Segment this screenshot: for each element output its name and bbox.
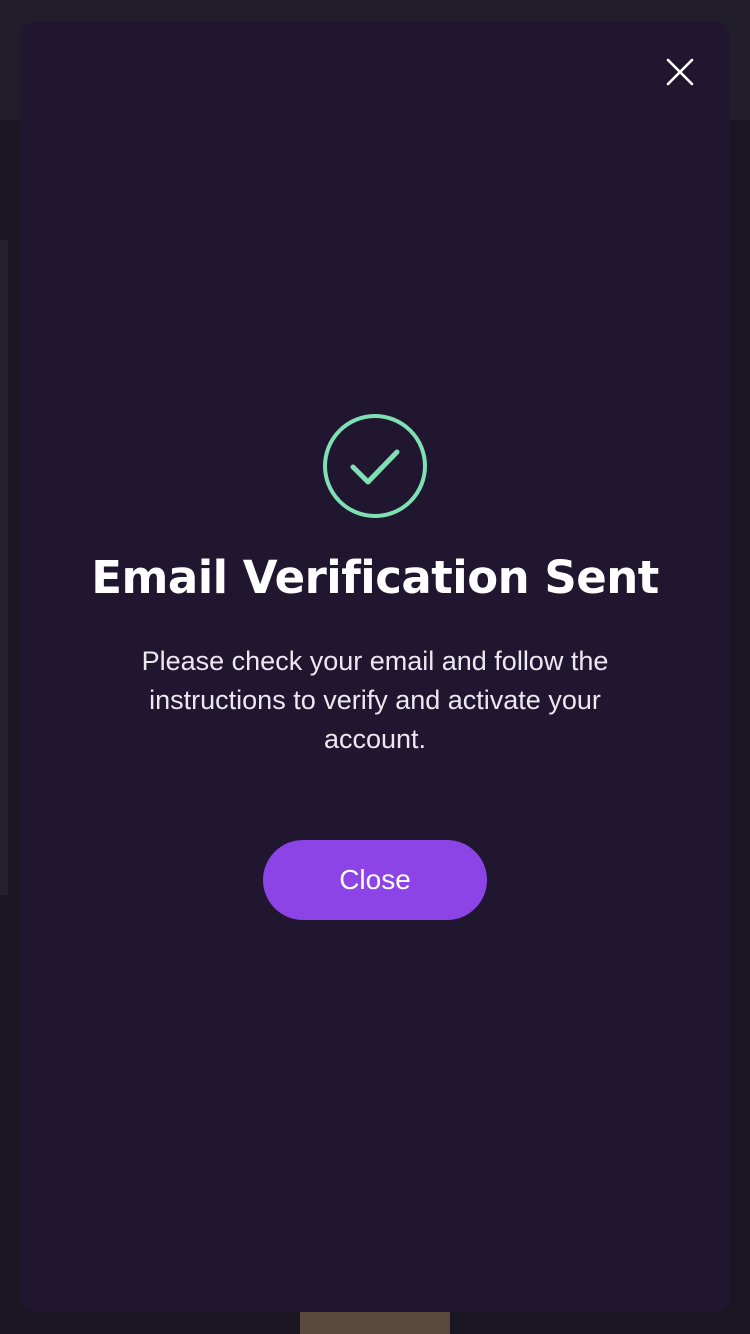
modal-message: Please check your email and follow the i… (141, 646, 609, 754)
modal-title: Email Verification Sent (91, 551, 659, 604)
check-circle-icon (322, 413, 428, 519)
background-panel (0, 240, 8, 895)
close-icon[interactable] (660, 52, 700, 92)
close-button[interactable]: Close (263, 840, 487, 920)
email-verification-modal: Email Verification Sent Please check you… (20, 22, 730, 1312)
